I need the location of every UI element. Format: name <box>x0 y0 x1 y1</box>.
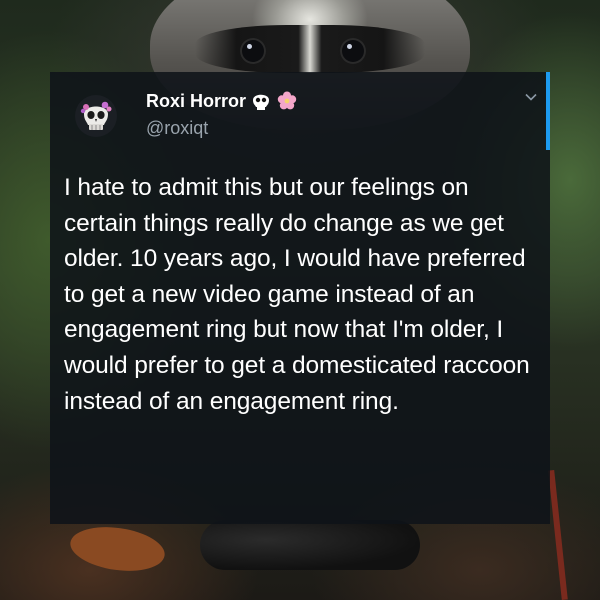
raccoon-paws <box>200 520 420 570</box>
display-name[interactable]: Roxi Horror <box>146 91 246 112</box>
skull-with-flowers-avatar-icon <box>75 95 117 137</box>
scrollbar[interactable] <box>546 72 550 150</box>
raccoon-left-eye <box>240 38 266 64</box>
chevron-down-icon[interactable] <box>524 90 538 104</box>
cherry-blossom-icon <box>277 91 297 110</box>
avatar[interactable] <box>74 94 118 138</box>
raccoon-mask <box>195 25 425 73</box>
raccoon-right-eye <box>340 38 366 64</box>
tweet-text: I hate to admit this but our feelings on… <box>64 174 530 415</box>
handle[interactable]: @roxiqt <box>146 118 208 139</box>
tweet-card: Roxi Horror @roxiqt I hate to admit this… <box>50 72 550 524</box>
display-name-row: Roxi Horror <box>146 90 298 112</box>
skull-icon <box>253 94 270 110</box>
